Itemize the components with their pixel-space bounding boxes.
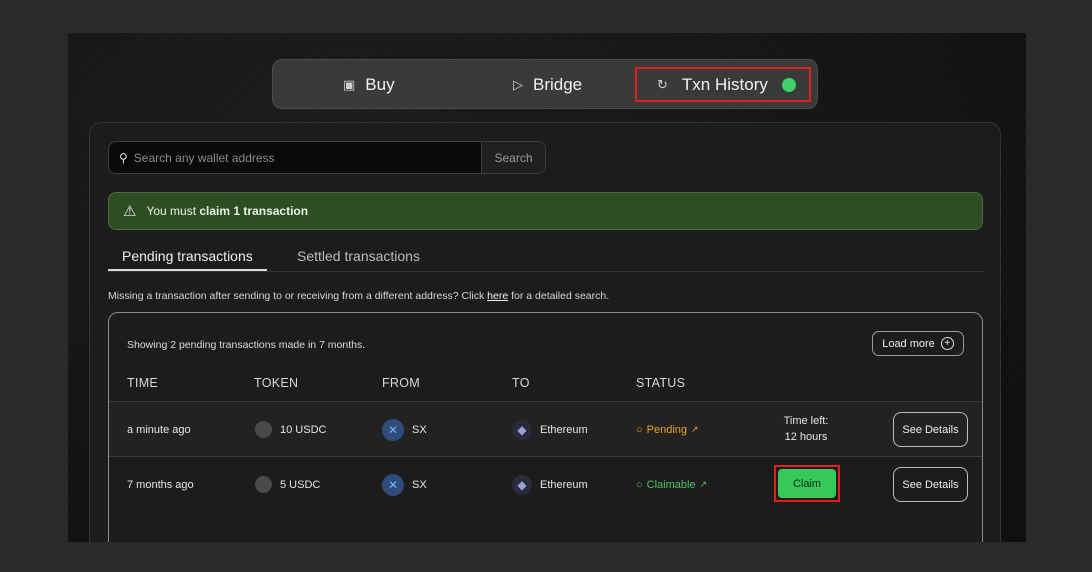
nav-buy-label: Buy xyxy=(365,75,395,94)
row-time: a minute ago xyxy=(127,423,191,436)
status-text: Claimable xyxy=(646,478,696,491)
nav-txn-history[interactable]: ↻ Txn History xyxy=(635,67,811,102)
header-status: STATUS xyxy=(636,376,686,390)
hint-after: for a detailed search. xyxy=(508,290,610,302)
row-to: ◆ Ethereum xyxy=(512,457,588,512)
header-token: TOKEN xyxy=(254,376,299,390)
table-row: a minute ago 10 USDC ✕ SX ◆ Ethereum ○ P… xyxy=(109,401,982,456)
row-token: 10 USDC xyxy=(255,402,326,457)
top-nav: ▣ Buy ▷ Bridge ↻ Txn History xyxy=(272,59,818,109)
ethereum-logo-icon: ◆ xyxy=(512,419,532,440)
status-text: Pending xyxy=(646,423,688,436)
to-chain: Ethereum xyxy=(540,423,588,436)
search-button[interactable]: Search xyxy=(481,142,545,173)
time-left: Time left: 12 hours xyxy=(773,402,839,457)
showing-count: Showing 2 pending transactions made in 7… xyxy=(127,339,366,351)
tab-settled[interactable]: Settled transactions xyxy=(297,248,420,270)
token-icon xyxy=(255,421,272,438)
alert-text: You must claim 1 transaction xyxy=(146,204,308,218)
load-more-label: Load more xyxy=(882,337,935,350)
transactions-panel: Showing 2 pending transactions made in 7… xyxy=(108,312,983,542)
alert-prefix: You must xyxy=(146,204,200,218)
app-viewport: ▣ Buy ▷ Bridge ↻ Txn History ⚲ Search ⚠ … xyxy=(68,33,1026,542)
row-time: 7 months ago xyxy=(127,478,194,491)
to-chain: Ethereum xyxy=(540,478,588,491)
header-from: FROM xyxy=(382,376,420,390)
history-icon: ↻ xyxy=(657,76,668,92)
header-time: TIME xyxy=(127,376,159,390)
plus-circle-icon: + xyxy=(940,337,954,350)
token-amount: 10 USDC xyxy=(280,423,327,436)
status-badge: ○ Claimable ↗ xyxy=(636,457,707,512)
notification-dot xyxy=(781,77,796,92)
search-field: ⚲ xyxy=(109,142,481,173)
nav-txn-label: Txn History xyxy=(681,74,768,94)
from-chain: SX xyxy=(412,423,427,436)
missing-txn-hint: Missing a transaction after sending to o… xyxy=(108,290,609,302)
row-from: ✕ SX xyxy=(382,457,427,512)
tab-bar: Pending transactions Settled transaction… xyxy=(108,248,983,272)
search-input[interactable] xyxy=(133,150,464,165)
claim-alert: ⚠ You must claim 1 transaction xyxy=(108,192,983,230)
send-icon: ▷ xyxy=(513,77,523,92)
row-from: ✕ SX xyxy=(382,402,427,457)
from-chain: SX xyxy=(412,478,427,491)
row-token: 5 USDC xyxy=(255,457,320,512)
sx-logo-icon: ✕ xyxy=(382,418,404,441)
claim-highlight: Claim xyxy=(774,465,840,502)
wallet-icon: ▣ xyxy=(343,77,356,92)
tab-pending[interactable]: Pending transactions xyxy=(108,248,267,271)
table-row: 7 months ago 5 USDC ✕ SX ◆ Ethereum ○ Cl… xyxy=(109,456,982,511)
time-left-value: 12 hours xyxy=(784,430,828,443)
external-link-icon[interactable]: ↗ xyxy=(691,424,699,435)
pending-circle-icon: ○ xyxy=(636,423,643,436)
here-link[interactable]: here xyxy=(487,290,508,302)
claim-button[interactable]: Claim xyxy=(778,469,836,498)
token-icon xyxy=(255,476,272,493)
external-link-icon[interactable]: ↗ xyxy=(700,479,708,490)
warning-icon: ⚠ xyxy=(123,203,137,220)
claimable-circle-icon: ○ xyxy=(636,478,643,491)
row-to: ◆ Ethereum xyxy=(512,402,588,457)
ethereum-logo-icon: ◆ xyxy=(512,474,532,495)
load-more-button[interactable]: Load more + xyxy=(872,331,964,356)
hint-before: Missing a transaction after sending to o… xyxy=(108,290,488,302)
header-to: TO xyxy=(512,376,530,390)
see-details-button[interactable]: See Details xyxy=(893,467,968,502)
status-badge: ○ Pending ↗ xyxy=(636,402,699,457)
nav-bridge-label: Bridge xyxy=(533,75,583,94)
search-bar: ⚲ Search xyxy=(108,141,546,174)
nav-buy[interactable]: ▣ Buy xyxy=(343,60,395,110)
sx-logo-icon: ✕ xyxy=(382,473,404,496)
nav-bridge[interactable]: ▷ Bridge xyxy=(513,60,582,110)
token-amount: 5 USDC xyxy=(280,478,321,491)
search-icon: ⚲ xyxy=(119,150,128,165)
txn-history-card: ⚲ Search ⚠ You must claim 1 transaction … xyxy=(89,122,1001,542)
see-details-button[interactable]: See Details xyxy=(893,412,968,447)
alert-bold: claim 1 transaction xyxy=(199,204,309,218)
time-left-label: Time left: xyxy=(783,415,829,428)
